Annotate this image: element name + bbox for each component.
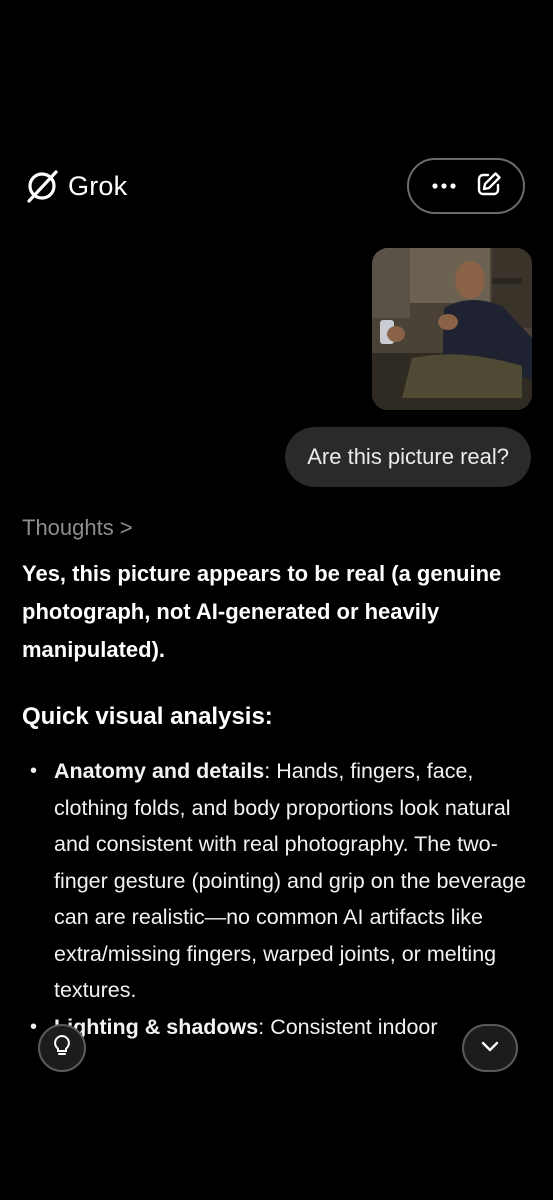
brand-name: Grok (68, 170, 128, 201)
user-message-bubble: Are this picture real? (285, 427, 531, 487)
assistant-response: Thoughts > Yes, this picture appears to … (22, 515, 535, 1045)
answer-lead: Yes, this picture appears to be real (a … (22, 561, 502, 662)
analysis-list: • Anatomy and details: Hands, fingers, f… (22, 753, 535, 1045)
photo-image (372, 248, 532, 410)
more-horizontal-icon (431, 177, 457, 195)
list-item: • Anatomy and details: Hands, fingers, f… (22, 753, 535, 1009)
thoughts-toggle[interactable]: Thoughts > (22, 515, 535, 541)
section-heading: Quick visual analysis: (22, 703, 273, 730)
point-term: Lighting & shadows (54, 1014, 259, 1039)
edit-icon (475, 170, 503, 203)
user-photo-attachment[interactable] (372, 248, 532, 410)
grok-logo-icon (24, 168, 60, 204)
lightbulb-icon (51, 1034, 73, 1063)
suggestions-button[interactable] (38, 1024, 86, 1072)
chat-screen: Grok Are this picture real? Thoughts > Y… (0, 0, 553, 1200)
list-item: • Lighting & shadows: Consistent indoor (22, 1009, 535, 1046)
scroll-down-button[interactable] (462, 1024, 518, 1072)
chevron-right-icon: > (119, 515, 133, 540)
point-text: : Hands, fingers, face, clothing folds, … (54, 759, 527, 1002)
point-term: Anatomy and details (54, 759, 265, 783)
chevron-down-icon (480, 1039, 500, 1057)
more-options-button[interactable] (426, 168, 462, 204)
header: Grok (24, 158, 529, 218)
header-actions (407, 158, 525, 214)
point-text: : Consistent indoor (258, 1014, 438, 1039)
bullet-icon: • (30, 1015, 38, 1038)
new-chat-button[interactable] (471, 168, 507, 204)
thoughts-label: Thoughts (22, 515, 114, 540)
bullet-icon: • (30, 760, 38, 782)
brand: Grok (24, 168, 127, 204)
